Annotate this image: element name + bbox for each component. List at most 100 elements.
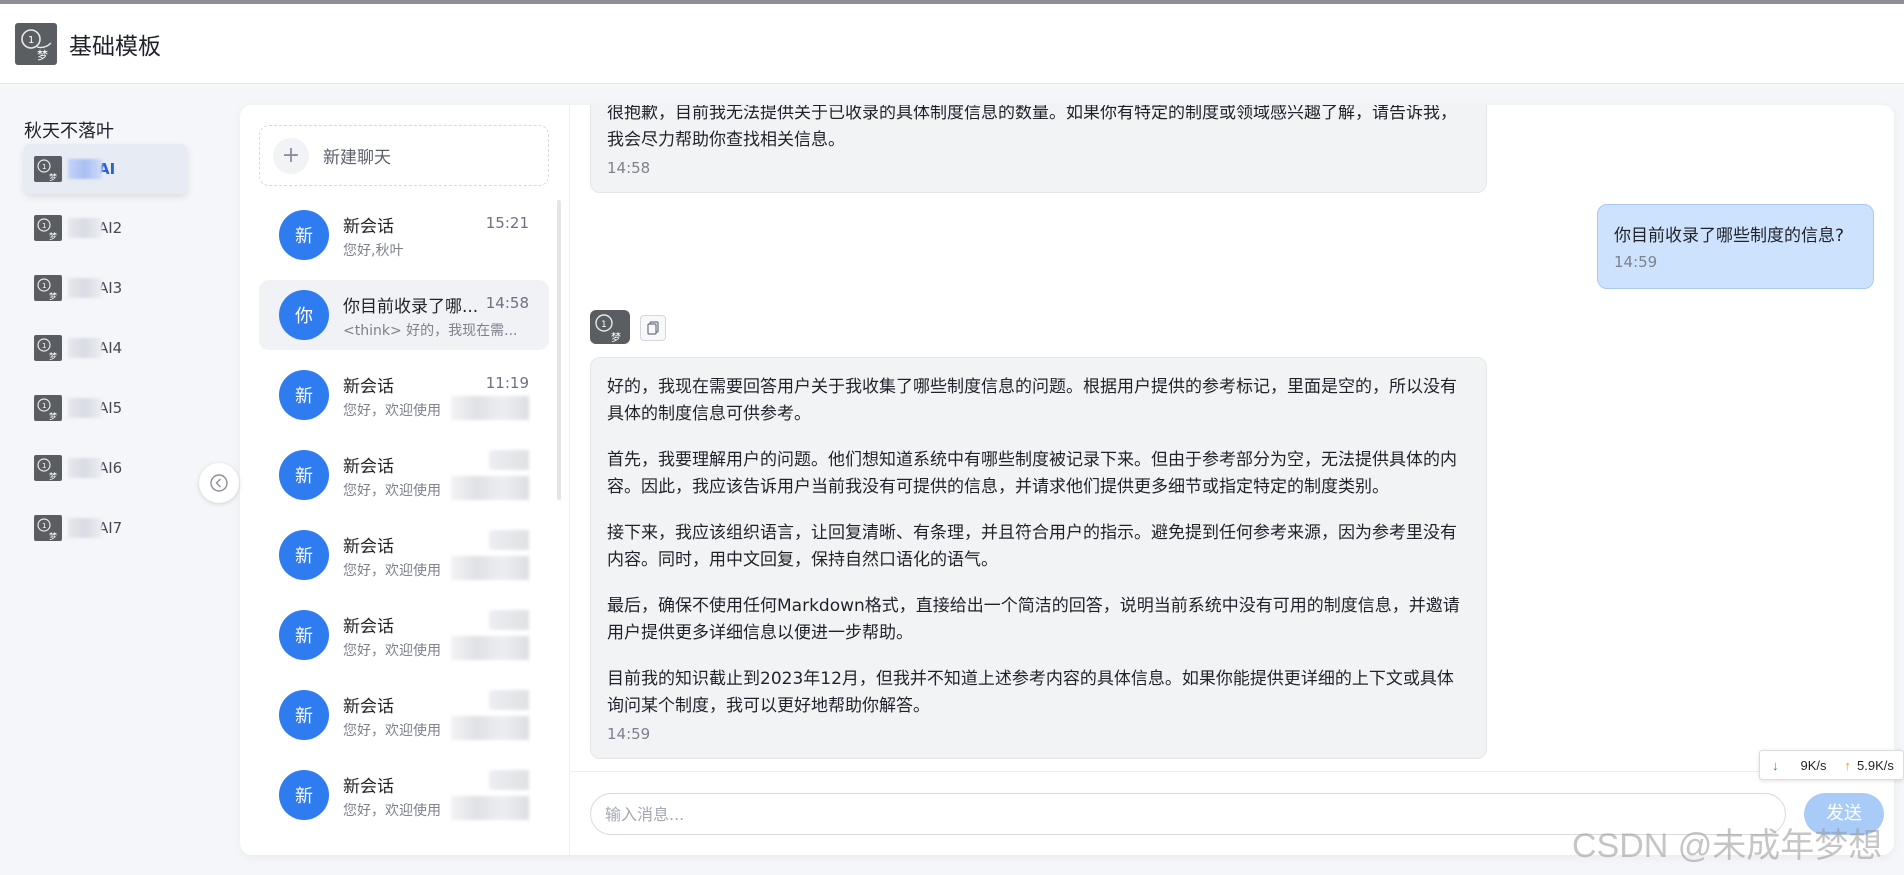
conversation-item[interactable]: 你你目前收录了哪... 14:58 <think> 好的，我现在需... (259, 280, 549, 350)
copy-icon (647, 321, 659, 335)
svg-text:1: 1 (42, 402, 46, 410)
agent-logo-icon: 1梦 (34, 215, 62, 241)
conversation-time: 11:19 (485, 374, 529, 392)
conversation-avatar: 新 (279, 770, 329, 820)
conversation-avatar: 新 (279, 210, 329, 260)
network-speed-widget: ↓ 9K/s ↑ 5.9K/s (1759, 750, 1904, 780)
conversation-avatar: 新 (279, 370, 329, 420)
conversation-item[interactable]: 新新会话 您好，欢迎使用 (259, 440, 549, 510)
download-arrow-icon: ↓ (1772, 757, 1779, 773)
agent-logo-icon: 1梦 (34, 335, 62, 361)
conversation-title: 新会话 (343, 697, 394, 717)
message-time: 14:58 (607, 159, 651, 177)
conversation-title: 新会话 (343, 617, 394, 637)
conversation-item[interactable]: 新新会话 15:21 您好,秋叶 (259, 200, 549, 270)
new-chat-label: 新建聊天 (323, 148, 391, 168)
svg-text:1: 1 (42, 163, 46, 171)
bot-avatar: 1 梦 (590, 310, 630, 344)
main-card: + 新建聊天 新新会话 15:21 您好,秋叶你你目前收录了哪... 14:58 <th… (240, 105, 1894, 855)
message-time: 14:59 (1614, 253, 1658, 271)
svg-text:1: 1 (28, 35, 34, 46)
agent-name-redacted (68, 338, 102, 358)
conversation-time: 15:21 (485, 214, 529, 232)
svg-text:梦: 梦 (49, 292, 57, 301)
svg-text:梦: 梦 (37, 49, 48, 62)
message-time: 14:59 (607, 725, 651, 743)
new-chat-button[interactable]: + 新建聊天 (259, 125, 549, 186)
redacted-block (451, 396, 529, 420)
svg-text:1: 1 (42, 522, 46, 530)
conversation-preview: 您好,秋叶 (343, 243, 404, 259)
svg-text:1: 1 (42, 462, 46, 470)
agent-name-redacted (68, 278, 102, 298)
svg-text:梦: 梦 (49, 532, 57, 541)
redacted-block (451, 796, 529, 820)
conversation-title: 你目前收录了哪... (343, 297, 479, 317)
upload-arrow-icon: ↑ (1844, 757, 1852, 773)
user-name: 秋天不落叶 (24, 121, 114, 142)
message-paragraph: 最后，确保不使用任何Markdown格式，直接给出一个简洁的回答，说明当前系统中… (607, 596, 1460, 643)
conversation-scrollbar[interactable] (557, 200, 561, 500)
svg-text:梦: 梦 (49, 232, 57, 241)
agent-sidebar: 秋天不落叶 1 梦 AI 1 梦 AI2 1 梦 AI3 1 梦 AI4 1 梦 AI5 1 梦 AI6 1 梦 AI7 (0, 85, 218, 875)
message-paragraph: 目前我的知识截止到2023年12月，但我并不知道上述参考内容的具体信息。如果你能… (607, 669, 1454, 716)
dream-logo-icon: 1 梦 (15, 22, 57, 65)
conversation-title: 新会话 (343, 537, 394, 557)
plus-icon: + (273, 137, 309, 174)
app-title: 基础模板 (69, 33, 161, 60)
conversation-item[interactable]: 新新会话 您好，欢迎使用 (259, 760, 549, 830)
conversation-item[interactable]: 新新会话 您好，欢迎使用 (259, 680, 549, 750)
agent-name-redacted (68, 458, 102, 478)
conversation-avatar: 新 (279, 450, 329, 500)
conversation-item[interactable]: 新新会话 您好，欢迎使用 (259, 600, 549, 670)
conversation-title: 新会话 (343, 377, 394, 397)
collapse-sidebar-button[interactable] (199, 463, 239, 503)
assistant-message: 很抱歉，目前我无法提供关于已收录的具体制度信息的数量。如果你有特定的制度或领域感… (590, 105, 1487, 193)
conversation-avatar: 新 (279, 610, 329, 660)
svg-text:1: 1 (42, 282, 46, 290)
conversation-item[interactable]: 新新会话 11:19 您好，欢迎使用 (259, 360, 549, 430)
agent-item[interactable]: 1 梦 AI3 (24, 263, 187, 313)
agent-name-redacted (68, 398, 102, 418)
copy-button[interactable] (640, 315, 666, 341)
agent-logo-icon: 1梦 (34, 515, 62, 541)
message-paragraph: 很抱歉，目前我无法提供关于已收录的具体制度信息的数量。如果你有特定的制度或领域感… (607, 105, 1457, 150)
conversation-preview: <think> 好的，我现在需... (343, 323, 518, 339)
agent-logo-icon: 1梦 (34, 156, 62, 182)
watermark: CSDN @未成年梦想 (1572, 827, 1883, 865)
svg-text:梦: 梦 (611, 332, 621, 344)
arrow-left-circle-icon (210, 474, 228, 492)
chat-messages: 很抱歉，目前我无法提供关于已收录的具体制度信息的数量。如果你有特定的制度或领域感… (571, 105, 1894, 770)
conversation-item[interactable]: 新新会话 您好，欢迎使用 (259, 520, 549, 590)
svg-text:1: 1 (601, 320, 607, 330)
redacted-block (489, 450, 529, 470)
agent-logo-icon: 1梦 (34, 455, 62, 481)
app-header: 1 梦 基础模板 (0, 4, 1904, 84)
conversation-time: 14:58 (485, 294, 529, 312)
agent-logo-icon: 1梦 (34, 275, 62, 301)
agent-logo-icon: 1梦 (34, 395, 62, 421)
agent-item[interactable]: 1 梦 AI6 (24, 443, 187, 493)
svg-text:梦: 梦 (49, 412, 57, 421)
user-message-text: 你目前收录了哪些制度的信息? (1614, 226, 1845, 246)
conversation-title: 新会话 (343, 457, 394, 477)
redacted-block (451, 476, 529, 500)
conversation-avatar: 新 (279, 690, 329, 740)
agent-item[interactable]: 1 梦 AI (24, 144, 187, 194)
agent-name-redacted (68, 218, 102, 238)
redacted-block (451, 556, 529, 580)
conversation-avatar: 新 (279, 530, 329, 580)
message-paragraph: 首先，我要理解用户的问题。他们想知道系统中有哪些制度被记录下来。但由于参考部分为… (607, 450, 1457, 497)
agent-item[interactable]: 1 梦 AI5 (24, 383, 187, 433)
agent-item[interactable]: 1 梦 AI7 (24, 503, 187, 553)
agent-item[interactable]: 1 梦 AI4 (24, 323, 187, 373)
download-speed: 9K/s (1800, 757, 1827, 773)
svg-text:梦: 梦 (49, 472, 57, 481)
redacted-block (489, 770, 529, 790)
agent-item[interactable]: 1 梦 AI2 (24, 203, 187, 253)
upload-speed: 5.9K/s (1857, 757, 1894, 773)
redacted-block (489, 690, 529, 710)
svg-text:梦: 梦 (49, 173, 57, 182)
conversation-avatar: 你 (279, 290, 329, 340)
conversation-title: 新会话 (343, 217, 394, 237)
